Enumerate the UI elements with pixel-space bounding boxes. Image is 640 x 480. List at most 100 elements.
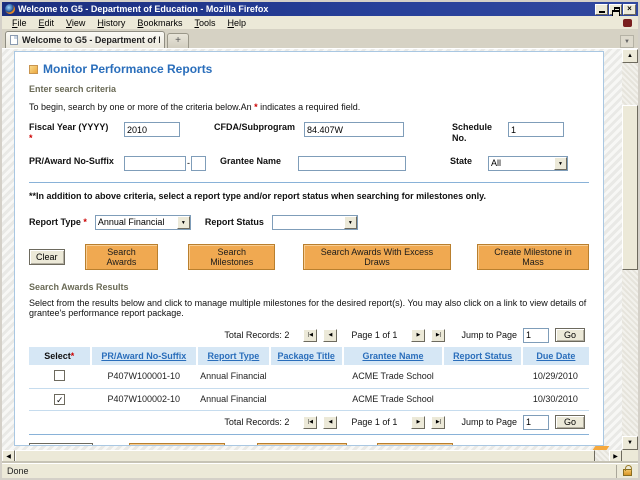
page-indicator: Page 1 of 1 <box>351 417 397 427</box>
prev-page-button[interactable]: ◀ <box>323 329 337 342</box>
column-header-link[interactable]: Report Type <box>207 351 259 361</box>
fiscal-year-required: * <box>29 133 33 143</box>
column-header: Package Title <box>270 347 343 365</box>
cell-grantee-name: ACME Trade School <box>343 365 444 389</box>
cell-package-title <box>270 388 343 410</box>
column-header-link[interactable]: Package Title <box>277 351 334 361</box>
row-select-checkbox[interactable]: ✓ <box>54 394 65 405</box>
state-select-arrow-icon: ▼ <box>554 157 567 170</box>
total-value: 2 <box>284 330 289 340</box>
table-row: ✓ P407W100002-10Annual Financial ACME Trad… <box>29 388 589 410</box>
cell-due-date: 10/29/2010 <box>522 365 589 389</box>
menu-item-file[interactable]: File <box>6 18 33 28</box>
clear-button[interactable]: Clear <box>29 249 65 265</box>
restore-icon <box>614 7 620 12</box>
scroll-left-button[interactable]: ◀ <box>2 450 15 463</box>
menu-item-edit[interactable]: Edit <box>33 18 61 28</box>
jump-to-page-label: Jump to Page <box>461 330 517 340</box>
last-page-button[interactable]: ▶| <box>431 416 445 429</box>
menu-item-tools[interactable]: Tools <box>188 18 221 28</box>
horizontal-scrollbar-thumb[interactable] <box>15 450 595 463</box>
grantee-name-label: Grantee Name <box>220 156 298 167</box>
total-records-label: Total Records: 2 <box>224 417 289 427</box>
close-button[interactable]: × <box>623 4 636 15</box>
column-header: Due Date <box>522 347 589 365</box>
results-table-header-row: Select*PR/Award No-SuffixReport TypePack… <box>29 347 589 365</box>
total-value: 2 <box>284 417 289 427</box>
cell-grantee-name: ACME Trade School <box>343 388 444 410</box>
delete-milestones-button[interactable]: Delete Milestones <box>257 443 347 447</box>
column-header-link[interactable]: Due Date <box>536 351 575 361</box>
state-select[interactable]: All ▼ <box>488 156 568 171</box>
report-status-select[interactable]: ▼ <box>272 215 358 230</box>
prev-page-button[interactable]: ◀ <box>323 416 337 429</box>
cfda-input[interactable] <box>304 122 404 137</box>
first-page-button[interactable]: |◀ <box>303 416 317 429</box>
vertical-scrollbar[interactable]: ▲ ▼ <box>622 49 638 450</box>
menu-item-bookmarks[interactable]: Bookmarks <box>131 18 188 28</box>
next-page-button[interactable]: ▶ <box>411 416 425 429</box>
report-type-select-arrow-icon: ▼ <box>177 216 190 229</box>
select-cell: ✓ <box>29 388 91 410</box>
column-header-link[interactable]: Report Status <box>453 351 512 361</box>
column-header: PR/Award No-Suffix <box>91 347 197 365</box>
jump-to-page-input[interactable] <box>523 328 549 343</box>
horizontal-scrollbar[interactable]: ◀ ▶ <box>2 450 622 463</box>
report-type-label-text: Report Type <box>29 217 81 227</box>
scroll-up-button[interactable]: ▲ <box>622 49 638 63</box>
search-excess-draws-button[interactable]: Search Awards With Excess Draws <box>303 244 451 270</box>
report-type-label: Report Type * <box>29 215 87 228</box>
row-select-checkbox[interactable] <box>54 370 65 381</box>
schedule-no-input[interactable] <box>508 122 564 137</box>
pr-award-input[interactable] <box>124 156 186 171</box>
go-button[interactable]: Go <box>555 415 585 429</box>
menubar-status-icon <box>623 19 632 27</box>
tab-list-dropdown-button[interactable]: ▼ <box>620 35 634 48</box>
fiscal-year-label: Fiscal Year (YYYY) * <box>29 122 124 145</box>
vertical-scrollbar-thumb[interactable] <box>622 105 638 270</box>
pr-award-suffix-input[interactable] <box>191 156 206 171</box>
search-awards-button[interactable]: Search Awards <box>85 244 159 270</box>
fiscal-year-input[interactable] <box>124 122 180 137</box>
manage-milestones-button[interactable]: Manage Milestones <box>129 443 225 447</box>
menu-item-help[interactable]: Help <box>221 18 252 28</box>
first-page-button[interactable]: |◀ <box>303 329 317 342</box>
report-type-select[interactable]: Annual Financial ▼ <box>95 215 191 230</box>
table-row: P407W100001-10Annual FinancialACME Trade… <box>29 365 589 389</box>
column-header-link[interactable]: PR/Award No-Suffix <box>101 351 186 361</box>
menu-item-history[interactable]: History <box>91 18 131 28</box>
search-milestones-button[interactable]: Search Milestones <box>188 244 275 270</box>
next-page-button[interactable]: ▶ <box>411 329 425 342</box>
results-table-body: P407W100001-10Annual FinancialACME Trade… <box>29 365 589 411</box>
report-status-label: Report Status <box>205 215 264 228</box>
titlebar: Welcome to G5 - Department of Education … <box>2 2 638 16</box>
active-tab[interactable]: Welcome to G5 - Department of Edu... <box>5 31 165 48</box>
last-page-button[interactable]: ▶| <box>431 329 445 342</box>
security-status-cell <box>616 465 638 478</box>
create-milestone-mass-button[interactable]: Create Milestone in Mass <box>477 244 589 270</box>
report-type-required: * <box>83 217 87 227</box>
cfda-label: CFDA/Subprogram <box>214 122 304 133</box>
jump-to-page-label: Jump to Page <box>461 417 517 427</box>
scroll-down-button[interactable]: ▼ <box>622 436 638 450</box>
column-header: Report Status <box>443 347 521 365</box>
state-selected-value: All <box>491 158 501 168</box>
column-header-link[interactable]: Grantee Name <box>362 351 423 361</box>
results-table: Select*PR/Award No-SuffixReport TypePack… <box>29 347 589 411</box>
page-icon <box>10 35 18 45</box>
jump-to-page-input[interactable] <box>523 415 549 430</box>
menu-item-view[interactable]: View <box>60 18 91 28</box>
cell-pr-award: P407W100002-10 <box>91 388 197 410</box>
new-tab-button[interactable]: + <box>167 33 189 48</box>
restore-button[interactable] <box>609 4 622 15</box>
content-viewport: Monitor Performance Reports Enter search… <box>2 49 622 450</box>
scroll-right-button[interactable]: ▶ <box>609 450 622 463</box>
cell-report-type: Annual Financial <box>197 388 270 410</box>
go-to-home-button[interactable]: Go To Home <box>29 443 93 447</box>
cell-report-status <box>443 388 521 410</box>
go-button[interactable]: Go <box>555 328 585 342</box>
grantee-name-input[interactable] <box>298 156 406 171</box>
resolve-dates-button[interactable]: Resolve Dates <box>377 443 454 447</box>
minimize-button[interactable] <box>595 4 608 15</box>
milestones-note: **In addition to above criteria, select … <box>29 191 589 201</box>
